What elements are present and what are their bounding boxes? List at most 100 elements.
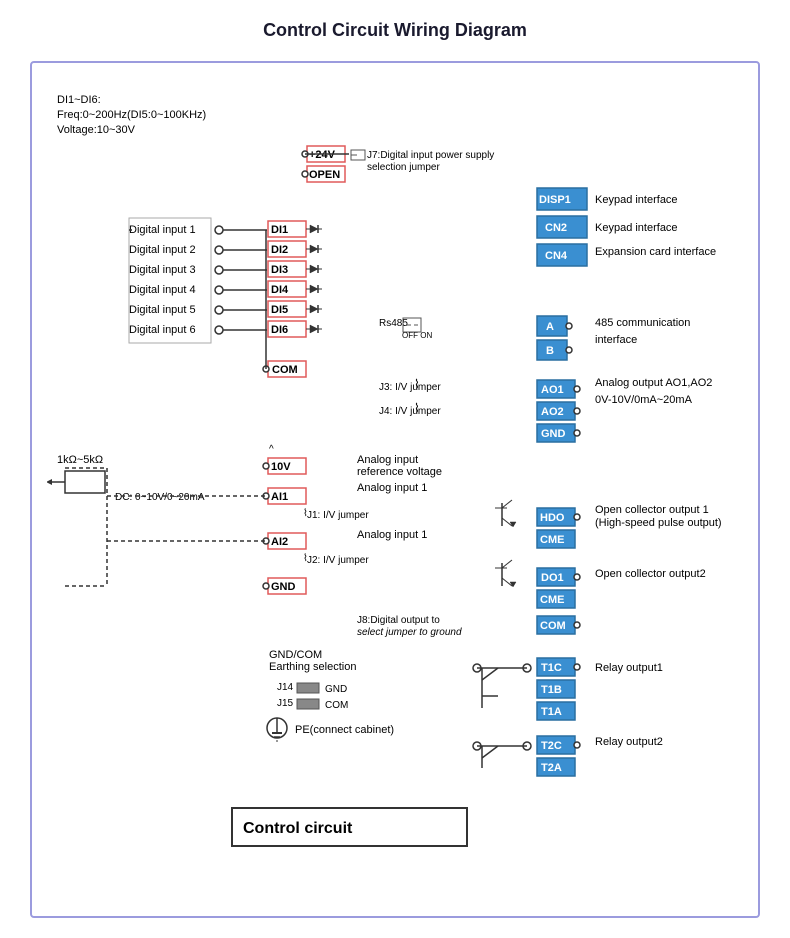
t2c-label: T2C: [541, 740, 562, 752]
di6-diode-tri: [310, 325, 318, 333]
cn2-label: CN2: [545, 222, 567, 234]
di5-circle: [215, 306, 223, 314]
ao1-label: AO1: [541, 384, 564, 396]
di6-terminal-label: DI6: [271, 324, 288, 336]
cme2-label: CME: [540, 594, 564, 606]
ao-right-label1: Analog output AO1,AO2: [595, 377, 712, 389]
cn4-label: CN4: [545, 250, 568, 262]
disp1-label: DISP1: [539, 194, 571, 206]
terminal-open-label: OPEN: [309, 169, 340, 181]
t2-right-label: Relay output2: [595, 736, 663, 748]
resistor-range: 1kΩ~5kΩ: [57, 454, 103, 466]
disp1-right-label: Keypad interface: [595, 194, 678, 206]
ao1-dot: [574, 386, 580, 392]
di2-label: Digital input 2: [129, 244, 196, 256]
dc-label: DC: 0~10V/0~20mA: [115, 492, 205, 503]
gnd-com-label1: GND/COM: [269, 649, 322, 661]
j8-label2: select jumper to ground: [357, 627, 462, 638]
di3-diode-tri: [310, 265, 318, 273]
di1-circle: [215, 226, 223, 234]
ai2-label: AI2: [271, 536, 288, 548]
j15-rect: [297, 699, 319, 709]
main-diagram-svg: DI1~DI6: Freq:0~200Hz(DI5:0~100KHz) Volt…: [47, 78, 777, 898]
di4-diode-tri: [310, 285, 318, 293]
pe-label: PE(connect cabinet): [295, 724, 394, 736]
ao2-label: AO2: [541, 406, 564, 418]
t2c-dot: [574, 742, 580, 748]
a-label: A: [546, 321, 554, 333]
di-info-line1: DI1~DI6:: [57, 94, 101, 106]
di1-diode-tri: [310, 225, 318, 233]
j2-label: J2: I/V jumper: [307, 555, 369, 566]
di5-terminal-label: DI5: [271, 304, 288, 316]
com-terminal-label: COM: [272, 364, 298, 376]
resistor-arrow-head: [47, 479, 52, 485]
cme1-label: CME: [540, 534, 564, 546]
di5-label: Digital input 5: [129, 304, 196, 316]
di4-label: Digital input 4: [129, 284, 196, 296]
analog-ref-label2: reference voltage: [357, 466, 442, 478]
j4-label: J4: I/V jumper: [379, 406, 441, 417]
hdo-right-label2: (High-speed pulse output): [595, 517, 722, 529]
terminal-24v-label: +24V: [309, 149, 336, 161]
t1b-label: T1B: [541, 684, 562, 696]
b-label: B: [546, 345, 554, 357]
t1c-dot: [574, 664, 580, 670]
resistor-symbol: [65, 471, 105, 493]
t2a-label: T2A: [541, 762, 562, 774]
b-dot: [566, 347, 572, 353]
j1-label: J1: I/V jumper: [307, 510, 369, 521]
gnd2-dot: [263, 583, 269, 589]
di2-circle: [215, 246, 223, 254]
do1-right-label: Open collector output2: [595, 568, 706, 580]
transistor-do1-emit: [502, 560, 512, 568]
j3-icon: ⌇: [414, 377, 420, 391]
cn2-right-label: Keypad interface: [595, 222, 678, 234]
control-circuit-label: Control circuit: [243, 820, 353, 837]
transistor-hdo-emit: [502, 500, 512, 508]
ab-right-label1: 485 communication: [595, 317, 690, 329]
10v-label: 10V: [271, 461, 291, 473]
j4-icon: ⌇: [414, 401, 420, 415]
gnd2-label: GND: [271, 581, 296, 593]
rs485-off-on: OFF ON: [402, 331, 432, 340]
di1-terminal-label: DI1: [271, 224, 288, 236]
10v-dot: [263, 463, 269, 469]
gnd-com-label2: Earthing selection: [269, 661, 356, 673]
open-dot: [302, 171, 308, 177]
hdo-right-label1: Open collector output 1: [595, 504, 709, 516]
di1-label: Digital input 1: [129, 224, 196, 236]
t1-right-label: Relay output1: [595, 662, 663, 674]
cn4-right-label1: Expansion card interface: [595, 246, 716, 258]
ai1-right-label: Analog input 1: [357, 482, 427, 494]
ao2-dot: [574, 408, 580, 414]
di3-terminal-label: DI3: [271, 264, 288, 276]
di4-terminal-label: DI4: [271, 284, 289, 296]
t1c-label: T1C: [541, 662, 562, 674]
di3-circle: [215, 266, 223, 274]
ab-right-label2: interface: [595, 334, 637, 346]
ao-right-label2: 0V-10V/0mA~20mA: [595, 394, 693, 406]
j14-label: J14: [277, 682, 294, 693]
j14-gnd-label: GND: [325, 684, 347, 695]
com2-label: COM: [540, 620, 566, 632]
j7-label2: selection jumper: [367, 162, 440, 173]
di6-label: Digital input 6: [129, 324, 196, 336]
di2-diode-tri: [310, 245, 318, 253]
diagram-outer: DI1~DI6: Freq:0~200Hz(DI5:0~100KHz) Volt…: [30, 61, 760, 918]
page-title: Control Circuit Wiring Diagram: [30, 20, 760, 41]
t1a-label: T1A: [541, 706, 562, 718]
ai1-label: AI1: [271, 491, 288, 503]
j1-icon: ⌇: [303, 508, 308, 519]
hdo-dot: [574, 514, 580, 520]
relay1-switch-line: [482, 668, 498, 680]
ai2-right-label: Analog input 1: [357, 529, 427, 541]
rs485-label: Rs485: [379, 318, 408, 329]
do1-dot: [574, 574, 580, 580]
j15-com-label: COM: [325, 700, 348, 711]
di-info-line2: Freq:0~200Hz(DI5:0~100KHz): [57, 109, 206, 121]
analog-ref-label1: Analog input: [357, 454, 418, 466]
com2-dot: [574, 622, 580, 628]
di6-circle: [215, 326, 223, 334]
page-container: Control Circuit Wiring Diagram DI1~DI6: …: [0, 0, 790, 938]
